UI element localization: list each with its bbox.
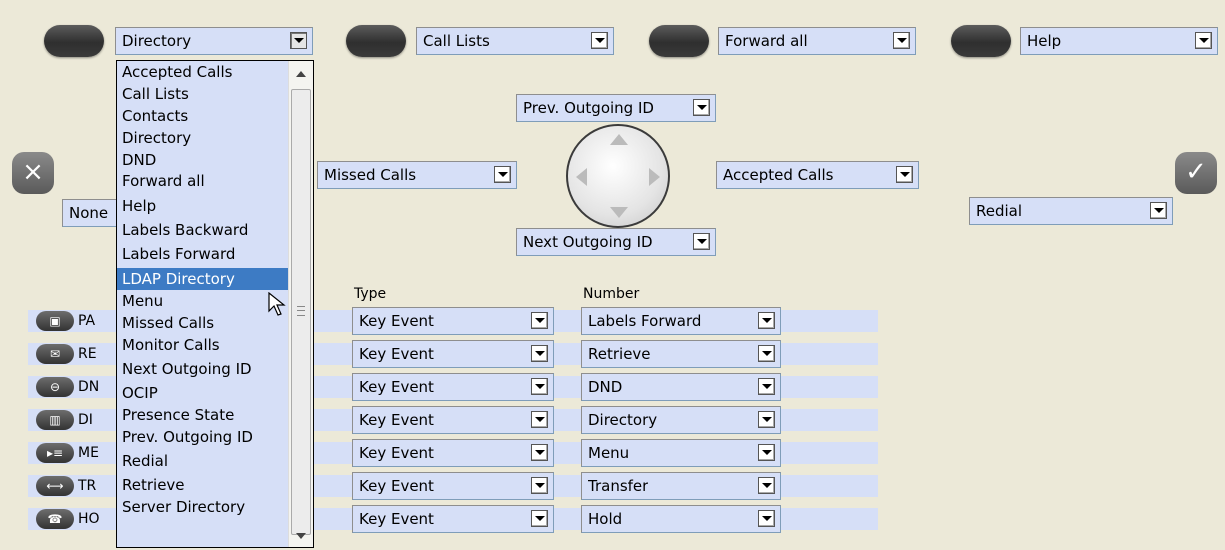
dropdown-option[interactable]: Presence State: [117, 404, 289, 426]
softkey-2[interactable]: [346, 25, 406, 57]
dropdown-option[interactable]: DND: [117, 149, 289, 171]
dropdown-arrow-icon[interactable]: [758, 411, 775, 428]
nav-left-select[interactable]: Missed Calls: [317, 161, 517, 189]
dropdown-arrow-icon[interactable]: [494, 166, 511, 183]
hold-icon[interactable]: ☎: [36, 509, 74, 529]
confirm-button[interactable]: ✓: [1175, 152, 1217, 194]
grip-icon: [297, 306, 305, 316]
softkey-3-select[interactable]: Forward all: [718, 27, 916, 55]
type-select[interactable]: Key Event: [352, 406, 554, 434]
dropdown-items: Accepted Calls Call Lists Contacts Direc…: [117, 61, 289, 547]
dropdown-arrow-icon[interactable]: [531, 510, 548, 527]
dropdown-option[interactable]: Labels Forward: [117, 241, 289, 268]
dropdown-option[interactable]: Monitor Calls: [117, 334, 289, 356]
dropdown-arrow-icon[interactable]: [758, 477, 775, 494]
dropdown-arrow-icon[interactable]: [896, 166, 913, 183]
number-select[interactable]: Hold: [581, 505, 781, 533]
dropdown-arrow-icon[interactable]: [531, 312, 548, 329]
menu-icon[interactable]: ▸≡: [36, 443, 74, 463]
dropdown-arrow-icon[interactable]: [290, 32, 307, 49]
scroll-down-icon[interactable]: [296, 533, 306, 539]
softkey-2-select[interactable]: Call Lists: [416, 27, 614, 55]
type-select[interactable]: Key Event: [352, 373, 554, 401]
number-select[interactable]: Transfer: [581, 472, 781, 500]
softkey-3[interactable]: [649, 25, 709, 57]
dropdown-option[interactable]: Accepted Calls: [117, 61, 289, 83]
number-select[interactable]: Labels Forward: [581, 307, 781, 335]
nav-down-select[interactable]: Next Outgoing ID: [516, 228, 716, 256]
checkmark-icon: ✓: [1185, 157, 1207, 187]
nav-down-icon[interactable]: [610, 207, 628, 218]
dropdown-arrow-icon[interactable]: [531, 378, 548, 395]
dropdown-arrow-icon[interactable]: [531, 345, 548, 362]
mouse-cursor-icon: [268, 292, 286, 316]
dropdown-option[interactable]: OCIP: [117, 382, 289, 404]
dropdown-arrow-icon[interactable]: [893, 32, 910, 49]
dropdown-arrow-icon[interactable]: [531, 411, 548, 428]
dropdown-arrow-icon[interactable]: [1150, 202, 1167, 219]
dropdown-option[interactable]: Directory: [117, 127, 289, 149]
right-button-select[interactable]: Redial: [969, 197, 1173, 225]
dropdown-arrow-icon[interactable]: [531, 444, 548, 461]
close-button[interactable]: ×: [12, 152, 54, 194]
dropdown-option[interactable]: Contacts: [117, 105, 289, 127]
dropdown-arrow-icon[interactable]: [758, 510, 775, 527]
no-entry-icon[interactable]: ⊖: [36, 377, 74, 397]
dropdown-option-highlighted[interactable]: LDAP Directory: [117, 268, 289, 290]
dropdown-arrow-icon[interactable]: [758, 378, 775, 395]
dropdown-option[interactable]: Retrieve: [117, 474, 289, 496]
dropdown-scrollbar[interactable]: [288, 61, 313, 547]
number-column-header: Number: [583, 286, 640, 302]
softkey-1-select[interactable]: Directory: [115, 27, 313, 55]
dropdown-option[interactable]: Help: [117, 197, 289, 219]
type-select[interactable]: Key Event: [352, 307, 554, 335]
dropdown-option[interactable]: Next Outgoing ID: [117, 356, 289, 382]
type-select[interactable]: Key Event: [352, 472, 554, 500]
nav-left-icon[interactable]: [576, 168, 587, 186]
dropdown-option[interactable]: Missed Calls: [117, 312, 289, 334]
dropdown-arrow-icon[interactable]: [693, 99, 710, 116]
type-select[interactable]: Key Event: [352, 505, 554, 533]
type-column-header: Type: [354, 286, 387, 302]
dropdown-arrow-icon[interactable]: [758, 345, 775, 362]
number-select[interactable]: DND: [581, 373, 781, 401]
dropdown-option[interactable]: Prev. Outgoing ID: [117, 426, 289, 448]
transfer-icon[interactable]: ⟷: [36, 476, 74, 496]
softkey-4-select[interactable]: Help: [1020, 27, 1218, 55]
type-select[interactable]: Key Event: [352, 439, 554, 467]
dropdown-arrow-icon[interactable]: [531, 477, 548, 494]
dropdown-arrow-icon[interactable]: [758, 444, 775, 461]
dropdown-arrow-icon[interactable]: [1195, 32, 1212, 49]
dropdown-arrow-icon[interactable]: [591, 32, 608, 49]
close-icon: ×: [22, 157, 44, 187]
number-select[interactable]: Menu: [581, 439, 781, 467]
book-icon[interactable]: ▥: [36, 410, 74, 430]
dropdown-option[interactable]: Redial: [117, 448, 289, 474]
envelope-icon[interactable]: ✉: [36, 344, 74, 364]
nav-right-icon[interactable]: [649, 168, 660, 186]
softkey-4[interactable]: [951, 25, 1011, 57]
scroll-up-icon[interactable]: [296, 71, 306, 77]
dropdown-arrow-icon[interactable]: [758, 312, 775, 329]
nav-right-select[interactable]: Accepted Calls: [716, 161, 919, 189]
dropdown-arrow-icon[interactable]: [693, 233, 710, 250]
dropdown-option[interactable]: Server Directory: [117, 496, 289, 518]
nav-up-icon[interactable]: [610, 134, 628, 145]
page-icon[interactable]: ▣: [36, 311, 74, 331]
type-select[interactable]: Key Event: [352, 340, 554, 368]
dropdown-option[interactable]: Menu: [117, 290, 289, 312]
navigation-pad[interactable]: [566, 124, 670, 228]
scroll-thumb[interactable]: [291, 89, 311, 535]
nav-up-select[interactable]: Prev. Outgoing ID: [516, 94, 716, 122]
number-select[interactable]: Retrieve: [581, 340, 781, 368]
dropdown-option[interactable]: Call Lists: [117, 83, 289, 105]
dropdown-option[interactable]: Forward all: [117, 171, 289, 197]
number-select[interactable]: Directory: [581, 406, 781, 434]
dropdown-option[interactable]: Labels Backward: [117, 219, 289, 241]
softkey-1[interactable]: [44, 25, 104, 57]
